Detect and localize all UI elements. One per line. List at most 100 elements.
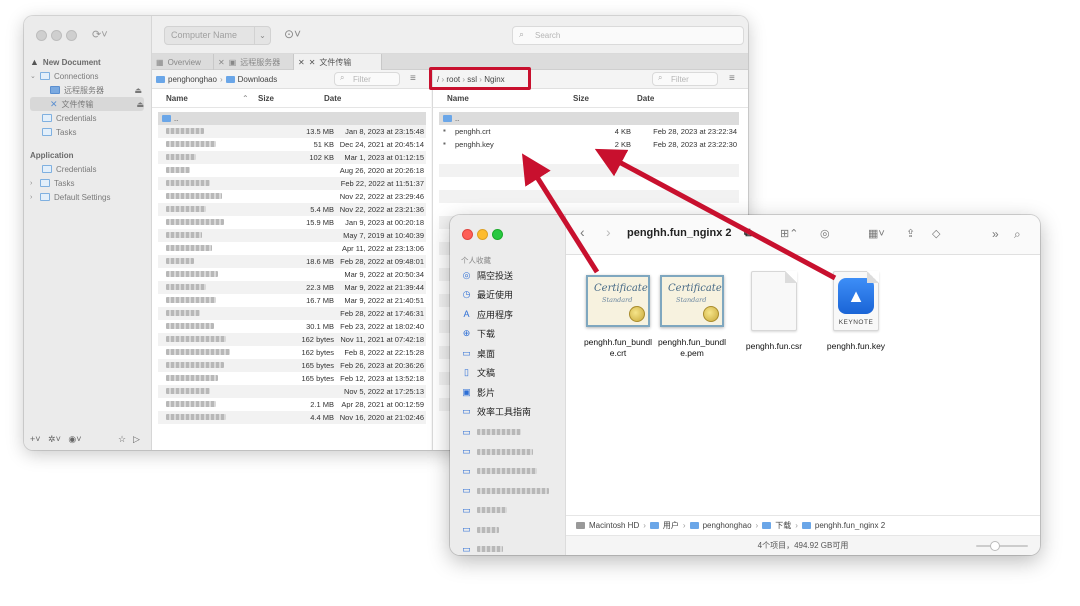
breadcrumb-item[interactable]: Downloads: [238, 75, 278, 84]
more-icon[interactable]: »: [992, 227, 999, 241]
table-row[interactable]: 51 KB Dec 24, 2021 at 20:45:14: [158, 138, 426, 151]
table-row[interactable]: 22.3 MB Mar 9, 2022 at 21:39:44: [158, 281, 426, 294]
computer-name-combo[interactable]: Computer Name ⌄: [164, 26, 271, 45]
path-item[interactable]: penghonghao: [703, 521, 752, 530]
sidebar-item[interactable]: ▭: [461, 541, 503, 555]
sidebar-item[interactable]: ▭: [461, 463, 537, 479]
preview-icon[interactable]: ⧉: [744, 227, 752, 240]
table-row[interactable]: 18.6 MB Feb 28, 2022 at 09:48:01: [158, 255, 426, 268]
sidebar-item[interactable]: ◎ 隔空投送: [461, 267, 513, 283]
close-button[interactable]: [36, 30, 47, 41]
icon-size-slider[interactable]: [976, 541, 1028, 551]
share-icon[interactable]: ◉˅: [68, 434, 81, 444]
breadcrumb-item[interactable]: penghonghao: [168, 75, 217, 84]
add-icon[interactable]: +˅: [30, 434, 41, 444]
sidebar-item[interactable]: ▭: [461, 444, 533, 460]
grid-view-icon[interactable]: ⊞⌃: [780, 227, 798, 240]
path-item[interactable]: penghh.fun_nginx 2: [815, 521, 885, 530]
tab-overview[interactable]: ▦ Overview: [152, 54, 214, 70]
table-row[interactable]: Feb 22, 2022 at 11:51:37: [158, 177, 426, 190]
sidebar-item[interactable]: ▭: [461, 483, 549, 499]
minimize-button[interactable]: [51, 30, 62, 41]
table-row[interactable]: ..: [439, 112, 739, 125]
share-icon[interactable]: ⇪: [906, 227, 915, 240]
sync-icon[interactable]: ⟳˅: [92, 28, 108, 41]
table-row[interactable]: 30.1 MB Feb 23, 2022 at 18:02:40: [158, 320, 426, 333]
sidebar-item[interactable]: ◷ 最近使用: [461, 287, 513, 303]
path-item[interactable]: 下载: [775, 520, 791, 531]
tab-file-transfer[interactable]: ✕ ✕ 文件传输: [294, 54, 382, 70]
eject-icon[interactable]: ⏏: [134, 86, 142, 95]
tag-icon[interactable]: ◇: [932, 227, 940, 240]
table-row[interactable]: ▪ penghh.key 2 KB Feb 28, 2023 at 23:22:30: [439, 138, 739, 151]
zoom-button[interactable]: [492, 229, 503, 240]
sidebar-item-app-tasks[interactable]: › Tasks: [30, 176, 148, 190]
path-item[interactable]: 用户: [663, 520, 679, 531]
table-row[interactable]: ▪ penghh.crt 4 KB Feb 28, 2023 at 23:22:34: [439, 125, 739, 138]
table-row[interactable]: 162 bytes Feb 8, 2022 at 22:15:28: [158, 346, 426, 359]
table-row[interactable]: 162 bytes Nov 11, 2021 at 07:42:18: [158, 333, 426, 346]
column-name[interactable]: Name: [447, 94, 469, 103]
play-icon[interactable]: ▷: [133, 434, 140, 445]
sidebar-item-default-settings[interactable]: › Default Settings: [30, 190, 148, 204]
table-row[interactable]: 13.5 MB Jan 8, 2023 at 23:15:48: [158, 125, 426, 138]
table-row[interactable]: Apr 11, 2022 at 23:13:06: [158, 242, 426, 255]
sidebar-item[interactable]: ▭ 效率工具指南: [461, 404, 531, 420]
sidebar-item-remote-server[interactable]: 远程服务器 ⏏: [50, 83, 142, 97]
sidebar-item-tasks[interactable]: Tasks: [30, 125, 148, 139]
table-row[interactable]: Nov 5, 2022 at 17:25:13: [158, 385, 426, 398]
table-row[interactable]: May 7, 2019 at 10:40:39: [158, 229, 426, 242]
eject-icon[interactable]: ⏏: [136, 100, 144, 109]
sidebar-item[interactable]: ▭: [461, 424, 521, 440]
connect-icon[interactable]: ⊙˅: [284, 27, 301, 41]
table-row[interactable]: 2.1 MB Apr 28, 2021 at 00:12:59: [158, 398, 426, 411]
table-row[interactable]: 4.4 MB Nov 16, 2020 at 21:02:46: [158, 411, 426, 424]
close-icon[interactable]: ✕: [298, 58, 305, 67]
search-input[interactable]: ⌕ Search: [512, 26, 744, 45]
sidebar-item-connections[interactable]: ⌄ Connections: [30, 69, 148, 83]
table-row[interactable]: 102 KB Mar 1, 2023 at 01:12:15: [158, 151, 426, 164]
table-row[interactable]: 165 bytes Feb 26, 2023 at 20:36:26: [158, 359, 426, 372]
list-view-icon[interactable]: ≡: [410, 73, 416, 84]
sidebar-item[interactable]: ▭ 桌面: [461, 345, 495, 361]
table-row[interactable]: Aug 26, 2020 at 20:26:18: [158, 164, 426, 177]
column-date[interactable]: Date: [324, 94, 341, 103]
sidebar-item[interactable]: ▭: [461, 522, 499, 538]
zoom-button[interactable]: [66, 30, 77, 41]
sidebar-item[interactable]: ▣ 影片: [461, 384, 495, 400]
table-row[interactable]: Nov 22, 2022 at 23:29:46: [158, 190, 426, 203]
table-row[interactable]: 165 bytes Feb 12, 2023 at 13:52:18: [158, 372, 426, 385]
chevron-right-icon[interactable]: ›: [30, 180, 36, 187]
breadcrumb[interactable]: penghonghao › Downloads: [156, 75, 277, 84]
filter-input[interactable]: ⌕ Filter: [334, 72, 400, 86]
column-size[interactable]: Size: [573, 94, 589, 103]
airdrop-icon[interactable]: ◎: [820, 227, 830, 240]
close-icon[interactable]: ✕: [218, 58, 225, 67]
sidebar-item[interactable]: ⊕ 下载: [461, 326, 495, 342]
forward-button[interactable]: ›: [606, 224, 611, 240]
table-row[interactable]: 5.4 MB Nov 22, 2022 at 23:21:36: [158, 203, 426, 216]
chevron-right-icon[interactable]: ›: [30, 194, 36, 201]
back-button[interactable]: ‹: [580, 224, 585, 240]
gear-icon[interactable]: ✲˅: [48, 434, 61, 444]
filter-input[interactable]: ⌕ Filter: [652, 72, 718, 86]
minimize-button[interactable]: [477, 229, 488, 240]
table-row[interactable]: ..: [158, 112, 426, 125]
close-button[interactable]: [462, 229, 473, 240]
star-icon[interactable]: ☆: [118, 434, 126, 445]
column-size[interactable]: Size: [258, 94, 274, 103]
search-icon[interactable]: ⌕: [1014, 227, 1021, 242]
sidebar-item[interactable]: ▭: [461, 502, 507, 518]
file-item[interactable]: Certificate Standard penghh.fun_bundl e.pem: [647, 271, 737, 359]
sidebar-item[interactable]: A 应用程序: [461, 306, 513, 322]
table-row[interactable]: 16.7 MB Mar 9, 2022 at 21:40:51: [158, 294, 426, 307]
table-row[interactable]: Feb 28, 2022 at 17:46:31: [158, 307, 426, 320]
column-name[interactable]: Name: [166, 94, 188, 103]
table-row[interactable]: 15.9 MB Jan 9, 2023 at 00:20:18: [158, 216, 426, 229]
sidebar-item-file-transfer[interactable]: ✕ 文件传输 ⏏: [30, 97, 144, 111]
chevron-down-icon[interactable]: ⌄: [254, 27, 270, 44]
sidebar-item-new-document[interactable]: ▲ New Document: [30, 55, 148, 69]
chevron-down-icon[interactable]: ⌄: [30, 72, 36, 80]
table-row[interactable]: Mar 9, 2022 at 20:50:34: [158, 268, 426, 281]
column-date[interactable]: Date: [637, 94, 654, 103]
